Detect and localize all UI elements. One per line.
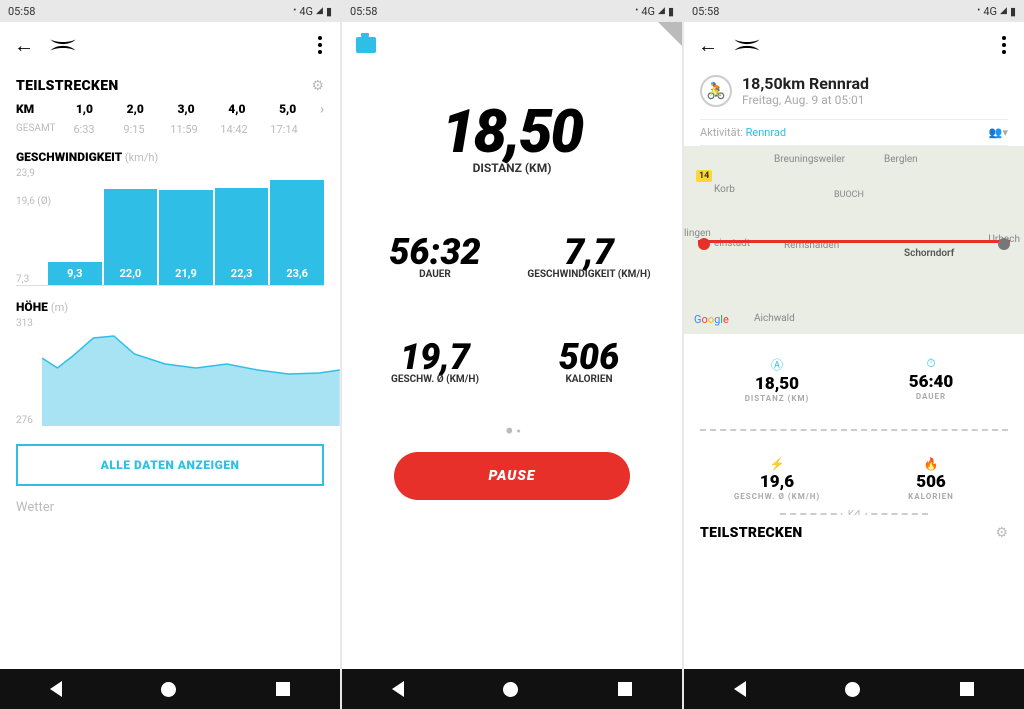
metric-duration: 56:32DAUER <box>358 231 512 280</box>
section-title: TEILSTRECKEN <box>700 525 802 541</box>
screen-summary: 05:58 •4G◢▮ ← 🚴 18,50km Rennrad Freitag,… <box>684 0 1024 709</box>
flame-icon: 🔥 <box>854 457 1008 471</box>
stat-distance: Ⓐ18,50DISTANZ (KM) <box>700 346 854 413</box>
section-divider: ⩗⩘ <box>780 513 928 515</box>
speed-bar: 23,6 <box>270 180 324 285</box>
route-end-icon <box>998 238 1010 250</box>
speed-bar: 21,9 <box>159 190 213 285</box>
activity-type-row: Aktivität: Rennrad 👥▾ <box>700 119 1008 146</box>
section-title: TEILSTRECKEN <box>16 78 118 94</box>
chevron-right-icon[interactable]: › <box>320 102 324 117</box>
nav-home-icon[interactable] <box>503 682 518 697</box>
android-nav-bar <box>0 669 340 709</box>
status-bar: 05:58 •4G◢▮ <box>684 0 1024 22</box>
elev-chart-title: HÖHE (m) <box>16 300 324 314</box>
stat-calories: 🔥506KALORIEN <box>854 447 1008 511</box>
android-nav-bar <box>684 669 1024 709</box>
gear-icon[interactable]: ⚙ <box>311 78 324 94</box>
google-attribution: Google <box>694 313 729 326</box>
splits-gesamt-row: GESAMT 6:33 9:15 11:59 14:42 17:14 <box>16 123 324 136</box>
nav-recent-icon[interactable] <box>960 682 974 696</box>
page-indicator: • · <box>358 415 666 448</box>
app-bar: ← <box>684 22 1024 68</box>
status-time: 05:58 <box>350 5 377 18</box>
ua-logo-icon <box>48 36 78 54</box>
status-time: 05:58 <box>692 5 719 18</box>
metric-avg-speed: 19,7GESCHW. Ø (KM/H) <box>358 336 512 385</box>
nav-back-icon[interactable] <box>50 681 62 697</box>
back-icon[interactable]: ← <box>698 33 718 58</box>
screen-live: 05:58 •4G◢▮ 18,50 DISTANZ (KM) 56:32DAUE… <box>342 0 682 709</box>
speed-bar: 22,3 <box>215 188 269 285</box>
metric-calories: 506KALORIEN <box>512 336 666 385</box>
stopwatch-icon: ⏱ <box>854 356 1008 371</box>
activity-title: 18,50km Rennrad <box>742 74 869 93</box>
gear-icon[interactable]: ⚙ <box>995 525 1008 541</box>
status-time: 05:58 <box>8 5 35 18</box>
cyclist-icon: 🚴 <box>700 75 732 107</box>
summary-stats: Ⓐ18,50DISTANZ (KM) ⏱56:40DAUER ⚡19,6GESC… <box>700 346 1008 511</box>
activity-header: 🚴 18,50km Rennrad Freitag, Aug. 9 at 05:… <box>700 74 1008 107</box>
nav-back-icon[interactable] <box>392 681 404 697</box>
primary-metric: 18,50 DISTANZ (KM) <box>358 96 666 175</box>
route-map[interactable]: 14 Breuningsweiler Berglen Korb BUOCH li… <box>684 146 1024 334</box>
speed-chart-title: GESCHWINDIGKEIT (km/h) <box>16 150 324 164</box>
splits-header: KM 1,0 2,0 3,0 4,0 5,0 › <box>16 102 324 117</box>
activity-type-link[interactable]: Rennrad <box>746 126 786 139</box>
metric-speed: 7,7GESCHWINDIGKEIT (KM/H) <box>512 231 666 280</box>
overflow-menu-icon[interactable] <box>314 32 326 58</box>
speed-bar: 9,3 <box>48 262 102 285</box>
screen-splits: 05:58 •4G◢▮ ← TEILSTRECKEN ⚙ KM 1,0 2,0 … <box>0 0 340 709</box>
show-all-data-button[interactable]: ALLE DATEN ANZEIGEN <box>16 444 324 486</box>
status-bar: 05:58 •4G◢▮ <box>342 0 682 22</box>
nav-home-icon[interactable] <box>161 682 176 697</box>
back-icon[interactable]: ← <box>14 33 34 58</box>
overflow-menu-icon[interactable] <box>998 32 1010 58</box>
activity-date: Freitag, Aug. 9 at 05:01 <box>742 93 869 107</box>
app-bar <box>342 22 682 68</box>
android-nav-bar <box>342 669 682 709</box>
weather-label: Wetter <box>16 500 324 515</box>
speed-bar-chart: 23,9 19,6 (Ø) 7,3 9,3 22,0 21,9 22,3 23,… <box>16 168 324 286</box>
nav-back-icon[interactable] <box>734 681 746 697</box>
elevation-area-chart: 313 276 <box>16 318 324 426</box>
route-start-icon <box>698 238 710 250</box>
app-bar: ← <box>0 22 340 68</box>
nav-home-icon[interactable] <box>845 682 860 697</box>
pause-button[interactable]: PAUSE <box>394 452 630 500</box>
stat-avg-speed: ⚡19,6GESCHW. Ø (KM/H) <box>700 447 854 511</box>
nav-recent-icon[interactable] <box>276 682 290 696</box>
road-badge: 14 <box>696 170 712 182</box>
distance-icon: Ⓐ <box>700 356 854 373</box>
stat-duration: ⏱56:40DAUER <box>854 346 1008 413</box>
status-bar: 05:58 •4G◢▮ <box>0 0 340 22</box>
camera-icon[interactable] <box>356 37 376 53</box>
people-icon[interactable]: 👥▾ <box>989 126 1008 139</box>
route-line <box>698 240 1011 243</box>
speed-bar: 22,0 <box>104 189 158 285</box>
status-right: •4G◢▮ <box>293 5 332 18</box>
ua-logo-icon <box>732 36 762 54</box>
ua-logo-icon: ⩗⩘ <box>842 507 865 518</box>
nav-recent-icon[interactable] <box>618 682 632 696</box>
speed-icon: ⚡ <box>700 457 854 471</box>
corner-fold-icon[interactable] <box>658 22 682 46</box>
